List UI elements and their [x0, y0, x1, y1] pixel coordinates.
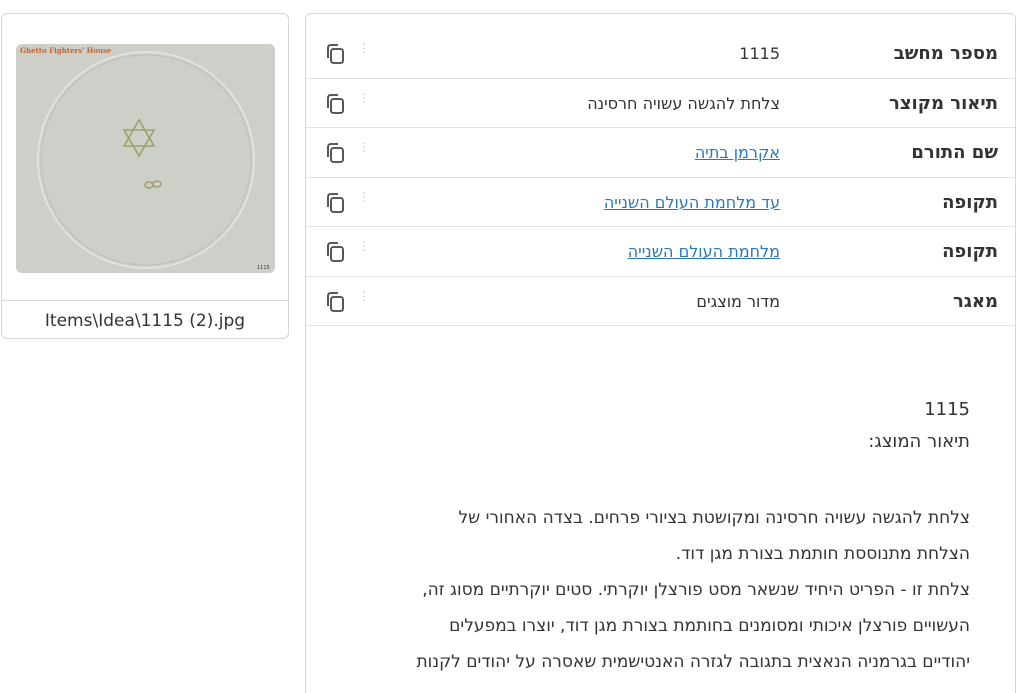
- detail-row: שם התורם אקרמן בתיה ⋮: [306, 128, 1015, 178]
- image-watermark: Ghetto Fighters' House: [20, 46, 112, 55]
- copy-button[interactable]: [323, 42, 349, 66]
- copy-button[interactable]: [323, 290, 349, 314]
- description-line: העשויים פורצלן איכותי ומסומנים בחותמת בצ…: [449, 616, 970, 636]
- description-number: 1115: [924, 399, 970, 420]
- drag-handle-icon[interactable]: ⋮: [358, 42, 370, 63]
- detail-row: תקופה עד מלחמת העולם השנייה ⋮: [306, 178, 1015, 227]
- copy-icon: [327, 143, 344, 163]
- donor-link[interactable]: אקרמן בתיה: [695, 128, 780, 177]
- detail-value: 1115: [739, 44, 780, 63]
- period-link[interactable]: עד מלחמת העולם השנייה: [604, 178, 780, 227]
- drag-handle-icon[interactable]: ⋮: [358, 191, 370, 212]
- copy-icon: [327, 291, 344, 312]
- thumbnail-card: Ghetto Fighters' House 1115 Items\Idea\1…: [1, 13, 289, 339]
- plate-photo: Ghetto Fighters' House 1115: [16, 44, 275, 273]
- detail-row: מספר מחשב 1115 ⋮: [306, 29, 1015, 79]
- detail-value: מדור מוצגים: [696, 291, 780, 311]
- detail-value: צלחת להגשה עשויה חרסינה: [587, 93, 780, 113]
- detail-label: תיאור מקוצר: [888, 92, 998, 114]
- copy-icon: [327, 192, 344, 213]
- image-number: 1115: [257, 265, 270, 271]
- copy-icon: [327, 93, 344, 114]
- description-line: צלחת להגשה עשויה חרסינה ומקושטת בציורי פ…: [458, 508, 970, 528]
- copy-button[interactable]: [323, 92, 349, 116]
- detail-row: תיאור מקוצר צלחת להגשה עשויה חרסינה ⋮: [306, 79, 1015, 128]
- detail-label: מאגר: [952, 290, 998, 312]
- detail-label: מספר מחשב: [893, 43, 998, 64]
- copy-icon: [327, 242, 344, 262]
- detail-label: תקופה: [942, 241, 998, 262]
- description-line: הצלחת מתנוססת חותמת בצורת מגן דוד.: [675, 544, 970, 564]
- detail-row: מאגר מדור מוצגים ⋮: [306, 277, 1015, 326]
- copy-button[interactable]: [323, 240, 349, 264]
- drag-handle-icon[interactable]: ⋮: [358, 141, 370, 162]
- copy-button[interactable]: [323, 141, 349, 165]
- details-card: מספר מחשב 1115 ⋮ תיאור מקוצר צלחת להגשה …: [305, 13, 1016, 693]
- image-caption: Items\Idea\1115 (2).jpg: [2, 300, 288, 338]
- description-line: יהודיים בגרמניה הנאצית בתגובה לגזרה האנט…: [416, 652, 970, 672]
- detail-row: תקופה מלחמת העולם השנייה ⋮: [306, 227, 1015, 277]
- item-description: 1115 תיאור המוצג: צלחת להגשה עשויה חרסינ…: [306, 386, 1015, 680]
- item-image[interactable]: Ghetto Fighters' House 1115: [16, 44, 275, 273]
- detail-label: שם התורם: [911, 142, 998, 163]
- details-table: מספר מחשב 1115 ⋮ תיאור מקוצר צלחת להגשה …: [306, 29, 1015, 326]
- copy-button[interactable]: [323, 191, 349, 215]
- description-line: צלחת זו - הפריט היחיד שנשאר מסט פורצלן י…: [422, 580, 970, 600]
- detail-label: תקופה: [942, 191, 998, 213]
- drag-handle-icon[interactable]: ⋮: [358, 240, 370, 261]
- drag-handle-icon[interactable]: ⋮: [358, 92, 370, 113]
- period-link[interactable]: מלחמת העולם השנייה: [628, 227, 780, 276]
- copy-icon: [327, 44, 344, 64]
- description-subheading: תיאור המוצג:: [868, 431, 970, 452]
- drag-handle-icon[interactable]: ⋮: [358, 290, 370, 311]
